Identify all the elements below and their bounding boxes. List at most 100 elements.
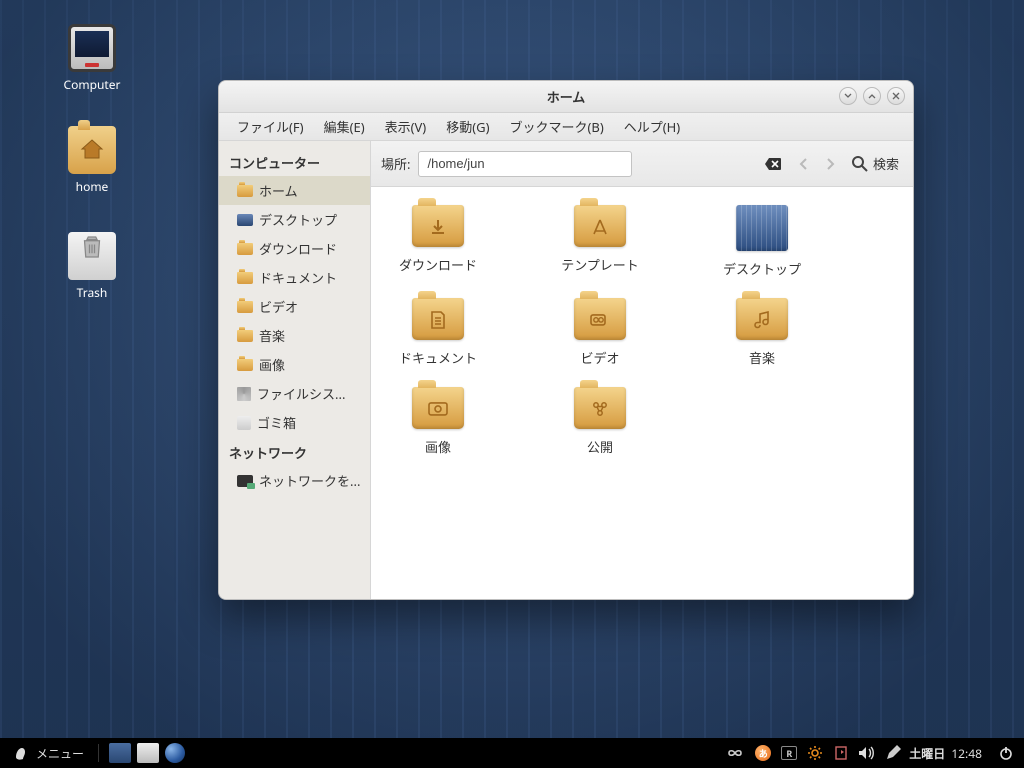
- sidebar-item-music[interactable]: 音楽: [219, 321, 370, 350]
- menu-edit[interactable]: 編集(E): [314, 113, 375, 140]
- computer-icon: [68, 24, 116, 72]
- folder-label: 音楽: [707, 348, 817, 367]
- sidebar-item-label: ビデオ: [259, 297, 298, 316]
- folder-label: 公開: [545, 437, 655, 456]
- nav-back-button[interactable]: [795, 155, 813, 173]
- menu-bookmarks[interactable]: ブックマーク(B): [499, 113, 613, 140]
- menu-file[interactable]: ファイル(F): [227, 113, 314, 140]
- sidebar-item-label: ホーム: [259, 181, 298, 200]
- folder-documents[interactable]: ドキュメント: [383, 298, 493, 367]
- folder-downloads[interactable]: ダウンロード: [383, 205, 493, 278]
- menu-go[interactable]: 移動(G): [436, 113, 499, 140]
- folder-templates[interactable]: テンプレート: [545, 205, 655, 278]
- sidebar-item-trash[interactable]: ゴミ箱: [219, 408, 370, 437]
- tray-updates-icon[interactable]: [831, 743, 851, 763]
- folder-icon: [237, 272, 253, 284]
- tray-pen-icon[interactable]: [883, 743, 903, 763]
- search-label: 検索: [873, 154, 899, 173]
- trash-icon: [237, 416, 251, 430]
- location-label: 場所:: [381, 154, 410, 173]
- ime-badge: あ: [755, 745, 771, 761]
- sidebar-item-label: ネットワークを...: [259, 471, 360, 490]
- keyboard-badge: R: [781, 746, 797, 760]
- sidebar-item-label: ダウンロード: [259, 239, 337, 258]
- trash-icon: [68, 232, 116, 280]
- taskbar-browser[interactable]: [165, 743, 185, 763]
- foot-icon: [12, 744, 30, 762]
- folder-label: 画像: [383, 437, 493, 456]
- sidebar-item-label: ゴミ箱: [257, 413, 296, 432]
- folder-icon: [412, 387, 464, 429]
- tray-volume-icon[interactable]: [857, 743, 877, 763]
- menu-view[interactable]: 表示(V): [375, 113, 437, 140]
- sidebar-header-computer: コンピューター: [219, 147, 370, 176]
- power-button[interactable]: [996, 743, 1016, 763]
- desktop: Computer home Trash ホーム ファイル(F) 編集(E) 表示…: [0, 0, 1024, 768]
- sidebar-item-pictures[interactable]: 画像: [219, 350, 370, 379]
- sidebar-item-desktop[interactable]: デスクトップ: [219, 205, 370, 234]
- folder-label: デスクトップ: [707, 259, 817, 278]
- bottom-panel: メニュー あ R 土曜日 12:48: [0, 738, 1024, 768]
- folder-icon: [736, 298, 788, 340]
- tray-keyboard-layout[interactable]: R: [779, 743, 799, 763]
- desktop-icon-trash[interactable]: Trash: [52, 224, 132, 301]
- desktop-folder-icon: [736, 205, 788, 251]
- sidebar-item-label: 音楽: [259, 326, 285, 345]
- tray-ime[interactable]: あ: [753, 743, 773, 763]
- location-input[interactable]: [418, 151, 632, 177]
- folder-label: テンプレート: [545, 255, 655, 274]
- desktop-icon-home[interactable]: home: [52, 126, 132, 195]
- desktop-icon-computer[interactable]: Computer: [52, 24, 132, 93]
- folder-icon: [237, 243, 253, 255]
- sidebar-item-documents[interactable]: ドキュメント: [219, 263, 370, 292]
- sidebar-item-filesystem[interactable]: ファイルシス...: [219, 379, 370, 408]
- taskbar-disk[interactable]: [137, 743, 159, 763]
- folder-icon: [574, 205, 626, 247]
- sidebar-item-network[interactable]: ネットワークを...: [219, 466, 370, 495]
- folder-desktop[interactable]: デスクトップ: [707, 205, 817, 278]
- search-button[interactable]: 検索: [847, 150, 903, 177]
- folder-label: ダウンロード: [383, 255, 493, 274]
- search-icon: [851, 155, 869, 173]
- panel-separator: [98, 744, 99, 762]
- menu-help[interactable]: ヘルプ(H): [614, 113, 690, 140]
- tray-settings-icon[interactable]: [805, 743, 825, 763]
- folder-label: ビデオ: [545, 348, 655, 367]
- folder-label: ドキュメント: [383, 348, 493, 367]
- sidebar-item-label: デスクトップ: [259, 210, 337, 229]
- sidebar-item-downloads[interactable]: ダウンロード: [219, 234, 370, 263]
- folder-pictures[interactable]: 画像: [383, 387, 493, 456]
- nav-forward-button[interactable]: [821, 155, 839, 173]
- minimize-button[interactable]: [839, 87, 857, 105]
- location-input-wrap: [418, 151, 787, 177]
- folder-public[interactable]: 公開: [545, 387, 655, 456]
- clear-location-button[interactable]: [765, 157, 781, 171]
- sidebar-item-label: 画像: [259, 355, 285, 374]
- folder-icon: [237, 330, 253, 342]
- tray-infinity-icon[interactable]: [727, 743, 747, 763]
- maximize-button[interactable]: [863, 87, 881, 105]
- taskbar-filemanager[interactable]: [109, 743, 131, 763]
- icon-view[interactable]: ダウンロード テンプレート デスクトップ ドキュメント: [371, 187, 913, 599]
- folder-music[interactable]: 音楽: [707, 298, 817, 367]
- file-manager-window: ホーム ファイル(F) 編集(E) 表示(V) 移動(G) ブックマーク(B) …: [218, 80, 914, 600]
- sidebar-item-label: ドキュメント: [259, 268, 337, 287]
- folder-videos[interactable]: ビデオ: [545, 298, 655, 367]
- sidebar-item-home[interactable]: ホーム: [219, 176, 370, 205]
- panel-day[interactable]: 土曜日: [909, 745, 945, 762]
- folder-icon: [574, 298, 626, 340]
- location-toolbar: 場所: 検索: [371, 141, 913, 187]
- desktop-icon-label: Trash: [52, 284, 132, 301]
- close-button[interactable]: [887, 87, 905, 105]
- folder-icon: [237, 301, 253, 313]
- start-menu-button[interactable]: メニュー: [8, 744, 88, 762]
- folder-icon: [237, 359, 253, 371]
- panel-time[interactable]: 12:48: [951, 745, 982, 762]
- desktop-icon-label: home: [52, 178, 132, 195]
- folder-icon: [574, 387, 626, 429]
- menubar: ファイル(F) 編集(E) 表示(V) 移動(G) ブックマーク(B) ヘルプ(…: [219, 113, 913, 141]
- network-icon: [237, 475, 253, 487]
- window-titlebar[interactable]: ホーム: [219, 81, 913, 113]
- sidebar-item-videos[interactable]: ビデオ: [219, 292, 370, 321]
- home-folder-icon: [68, 126, 116, 174]
